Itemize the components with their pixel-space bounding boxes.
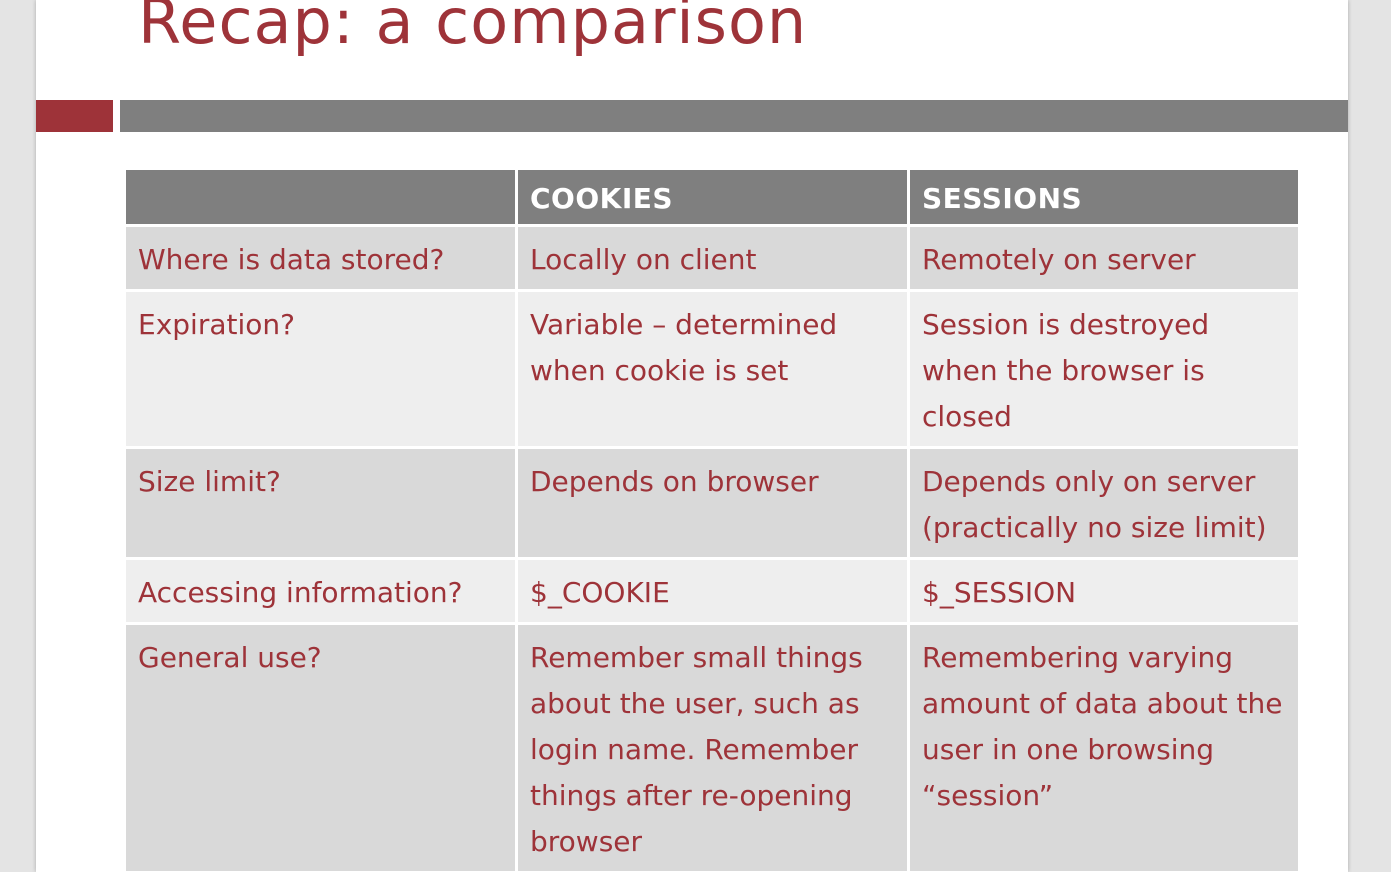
row-label: Size limit? (126, 449, 515, 557)
header-cookies: COOKIES (518, 170, 907, 224)
comparison-table: COOKIES SESSIONS Where is data stored? L… (123, 167, 1301, 872)
sessions-cell: Session is destroyed when the browser is… (910, 292, 1298, 446)
cookies-cell: Depends on browser (518, 449, 907, 557)
cookies-cell: Locally on client (518, 227, 907, 289)
title-accent-bar (36, 100, 113, 132)
slide: Recap: a comparison COOKIES SESSIONS Whe… (36, 0, 1348, 872)
sessions-cell: Remotely on server (910, 227, 1298, 289)
table-row: Accessing information? $_COOKIE $_SESSIO… (126, 560, 1298, 622)
table-header-row: COOKIES SESSIONS (126, 170, 1298, 224)
header-sessions: SESSIONS (910, 170, 1298, 224)
title-divider-bar (120, 100, 1348, 132)
row-label: Where is data stored? (126, 227, 515, 289)
row-label: Expiration? (126, 292, 515, 446)
sessions-cell: Remembering varying amount of data about… (910, 625, 1298, 871)
table-row: Expiration? Variable – determined when c… (126, 292, 1298, 446)
cookies-cell: Variable – determined when cookie is set (518, 292, 907, 446)
table-row: General use? Remember small things about… (126, 625, 1298, 871)
row-label: Accessing information? (126, 560, 515, 622)
header-empty-cell (126, 170, 515, 224)
row-label: General use? (126, 625, 515, 871)
cookies-cell: $_COOKIE (518, 560, 907, 622)
sessions-cell: Depends only on server (practically no s… (910, 449, 1298, 557)
sessions-cell: $_SESSION (910, 560, 1298, 622)
slide-title: Recap: a comparison (138, 0, 808, 58)
table-row: Where is data stored? Locally on client … (126, 227, 1298, 289)
table-row: Size limit? Depends on browser Depends o… (126, 449, 1298, 557)
cookies-cell: Remember small things about the user, su… (518, 625, 907, 871)
